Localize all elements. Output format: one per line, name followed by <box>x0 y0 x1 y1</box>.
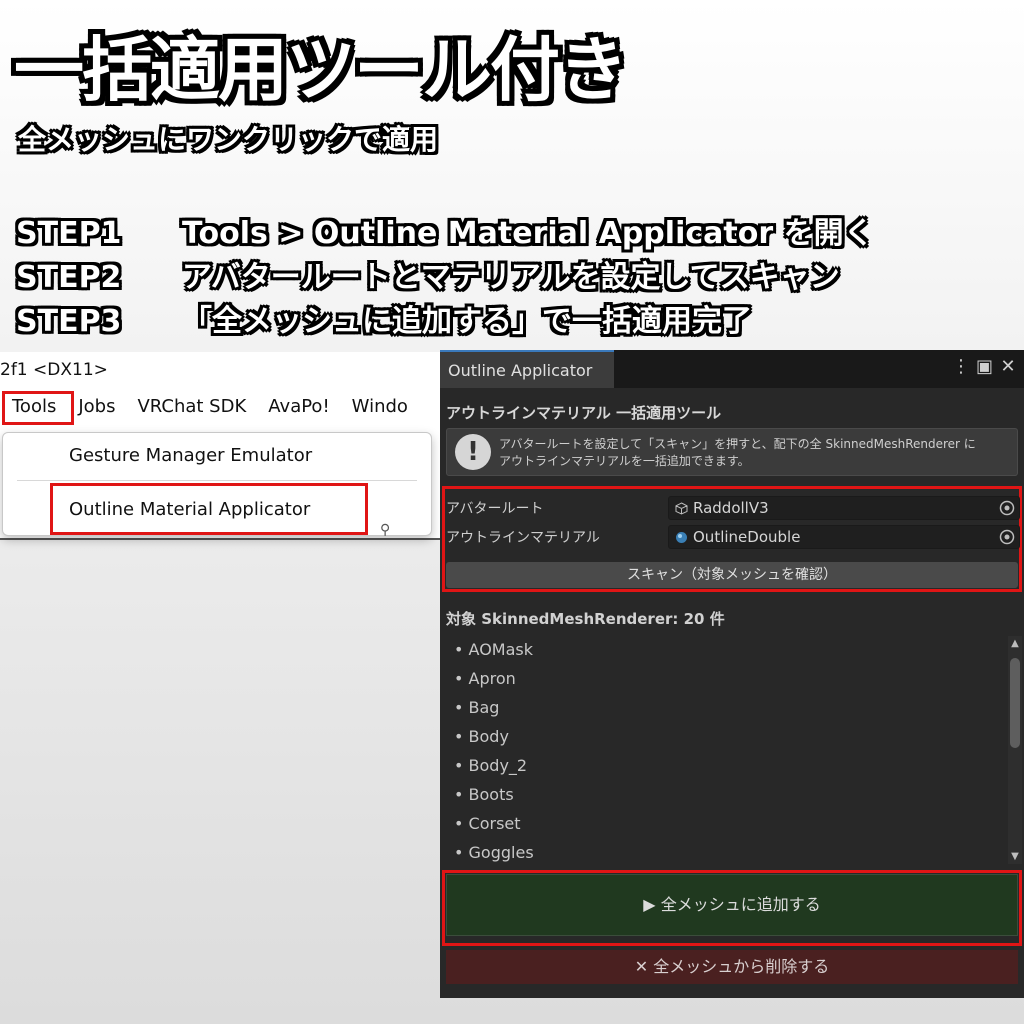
promo-headline: 一括適用ツール付き <box>14 29 628 111</box>
step-key: STEP2 <box>16 260 122 295</box>
outline-material-row: アウトラインマテリアル OutlineDouble <box>446 525 1020 549</box>
list-item: • AOMask <box>454 640 533 659</box>
scan-button[interactable]: スキャン（対象メッシュを確認） <box>446 562 1018 588</box>
list-item: • Body <box>454 727 509 746</box>
more-icon[interactable]: ⋮ <box>952 356 970 377</box>
outline-material-label: アウトラインマテリアル <box>446 530 600 546</box>
menu-jobs[interactable]: Jobs <box>78 396 115 417</box>
list-item: • Body_2 <box>454 756 528 775</box>
step-3: STEP3 「全メッシュに追加する」で一括適用完了 <box>16 300 874 344</box>
list-item: • Bag <box>454 698 500 717</box>
step-key: STEP3 <box>16 304 122 339</box>
target-count-label: 対象 SkinnedMeshRenderer: 20 件 <box>446 610 725 628</box>
info-icon: ! <box>455 434 491 470</box>
gameobject-icon <box>675 502 688 515</box>
list-item: • Corset <box>454 814 521 833</box>
list-item: • Goggles <box>454 843 534 862</box>
menu-avapo[interactable]: AvaPo! <box>268 396 329 417</box>
object-picker-icon[interactable] <box>999 529 1015 545</box>
remove-from-all-meshes-button[interactable]: ✕ 全メッシュから削除する <box>446 950 1018 984</box>
steps-list: STEP1 Tools > Outline Material Applicato… <box>16 212 874 344</box>
editor-window: 2f1 <DX11> Tools Jobs VRChat SDK AvaPo! … <box>0 352 442 540</box>
list-scrollbar[interactable]: ▲ ▼ <box>1008 636 1022 864</box>
menu-window[interactable]: Windo <box>352 396 408 417</box>
step-text: アバタールートとマテリアルを設定してスキャン <box>182 260 840 295</box>
mesh-list: • AOMask • Apron • Bag • Body • Body_2 •… <box>446 636 1022 866</box>
step-text: Tools > Outline Material Applicator を開く <box>182 216 874 251</box>
outline-material-field[interactable]: OutlineDouble <box>668 525 1020 549</box>
info-text: アバタールートを設定して「スキャン」を押すと、配下の全 SkinnedMeshR… <box>499 436 976 470</box>
outline-applicator-highlight <box>50 483 368 535</box>
info-box: ! アバタールートを設定して「スキャン」を押すと、配下の全 SkinnedMes… <box>446 428 1018 476</box>
outline-material-value: OutlineDouble <box>693 528 801 546</box>
window-title: 2f1 <DX11> <box>0 360 108 380</box>
close-icon[interactable]: ✕ <box>1000 356 1016 377</box>
search-icon: ⚲ <box>380 522 391 538</box>
object-picker-icon[interactable] <box>999 500 1015 516</box>
list-item: • Boots <box>454 785 514 804</box>
menu-separator <box>17 480 417 481</box>
tab-outline-applicator[interactable]: Outline Applicator <box>440 350 614 388</box>
section-title: アウトラインマテリアル 一括適用ツール <box>446 404 722 422</box>
menu-vrchat-sdk[interactable]: VRChat SDK <box>137 396 246 417</box>
menu-item-gesture-manager[interactable]: Gesture Manager Emulator <box>69 445 312 466</box>
add-button-highlight <box>442 870 1022 946</box>
step-text: 「全メッシュに追加する」で一括適用完了 <box>182 304 752 339</box>
avatar-root-label: アバタールート <box>446 501 544 517</box>
tab-bar: Outline Applicator ⋮ ▣ ✕ <box>440 350 1024 388</box>
step-1: STEP1 Tools > Outline Material Applicato… <box>16 212 874 256</box>
scrollbar-thumb[interactable] <box>1010 658 1020 748</box>
avatar-root-row: アバタールート RaddollV3 <box>446 496 1020 520</box>
step-key: STEP1 <box>16 216 122 251</box>
avatar-root-field[interactable]: RaddollV3 <box>668 496 1020 520</box>
material-icon <box>676 532 687 543</box>
scroll-up-icon[interactable]: ▲ <box>1008 638 1022 649</box>
tools-highlight <box>2 391 74 425</box>
step-2: STEP2 アバタールートとマテリアルを設定してスキャン <box>16 256 874 300</box>
promo-subline: 全メッシュにワンクリックで適用 <box>18 123 439 156</box>
info-line-1: アバタールートを設定して「スキャン」を押すと、配下の全 SkinnedMeshR… <box>499 437 976 451</box>
info-line-2: アウトラインマテリアルを一括追加できます。 <box>499 454 750 468</box>
maximize-icon[interactable]: ▣ <box>976 356 993 377</box>
list-item: • Apron <box>454 669 516 688</box>
scroll-down-icon[interactable]: ▼ <box>1008 851 1022 862</box>
avatar-root-value: RaddollV3 <box>693 499 769 517</box>
outline-applicator-window: Outline Applicator ⋮ ▣ ✕ アウトラインマテリアル 一括適… <box>440 350 1024 998</box>
window-buttons: ⋮ ▣ ✕ <box>952 356 1016 377</box>
